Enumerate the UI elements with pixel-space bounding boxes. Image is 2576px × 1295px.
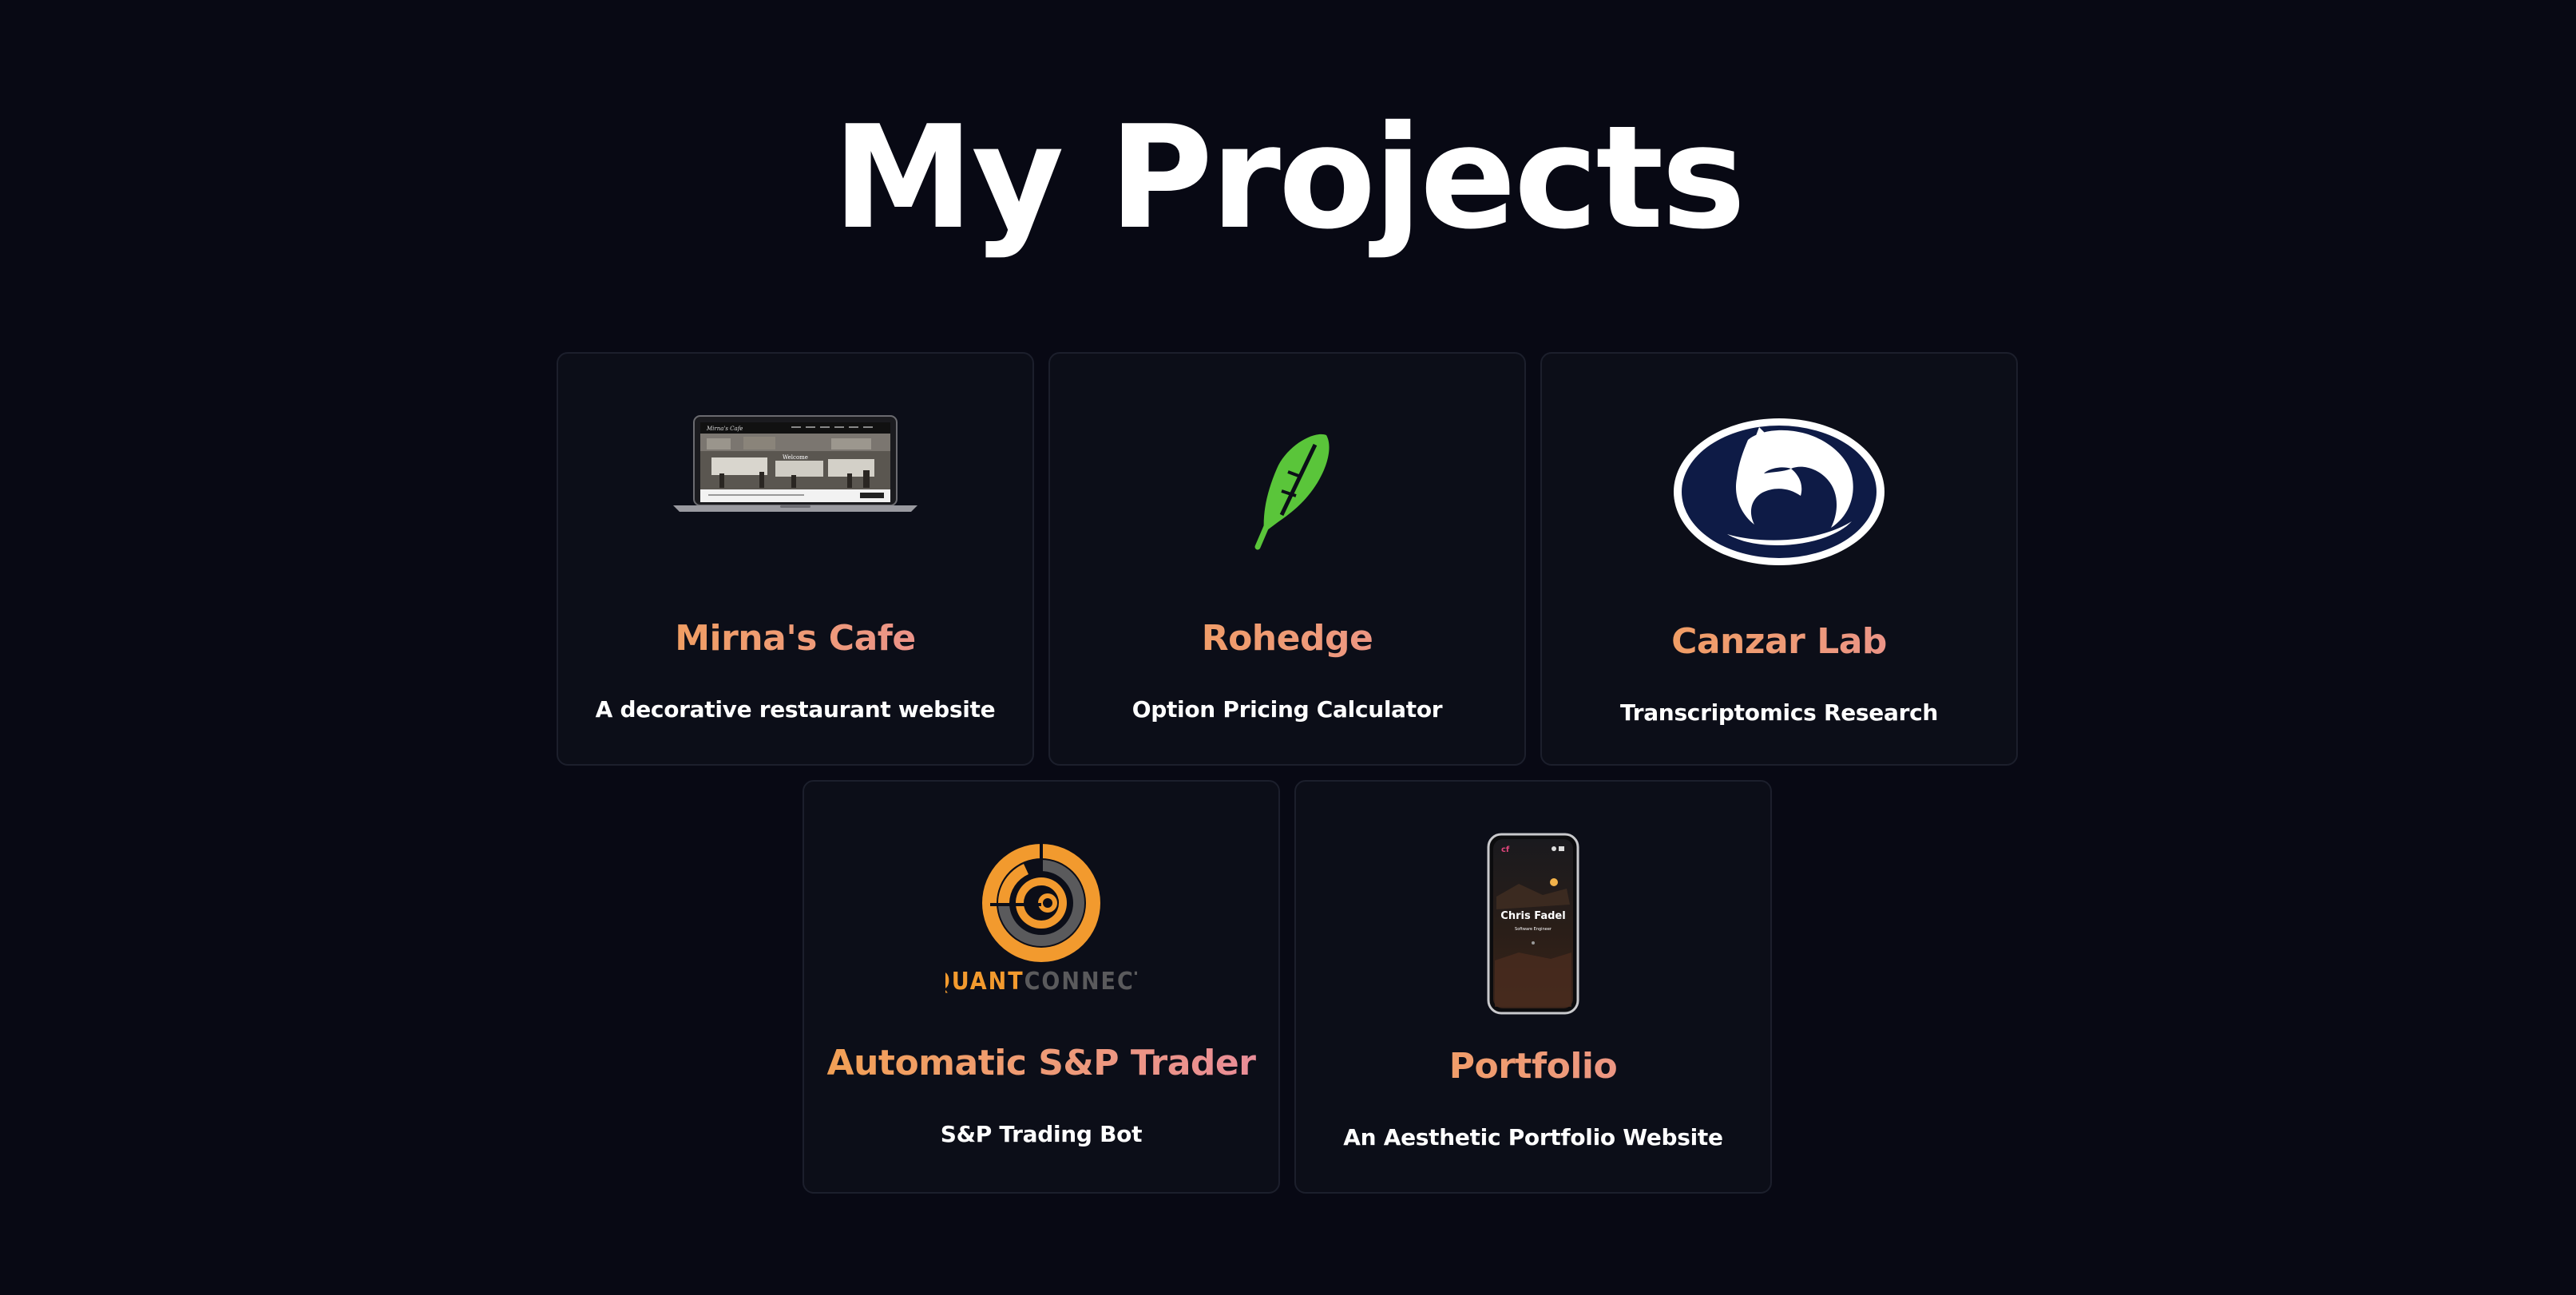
- svg-text:QUANTCONNECT: QUANTCONNECT: [945, 968, 1137, 996]
- phone-name: Chris Fadel: [1500, 910, 1565, 922]
- project-card-mirnas-cafe[interactable]: Mirna's Cafe Welcome Mirna's Cafe A deco…: [557, 352, 1034, 766]
- svg-text:Welcome: Welcome: [783, 454, 808, 461]
- project-description: A decorative restaurant website: [595, 696, 996, 723]
- phone-mockup-image: cf Chris Fadel Software Engineer: [1296, 833, 1770, 1015]
- project-title: Rohedge: [1050, 617, 1524, 660]
- project-title: Canzar Lab: [1542, 620, 2016, 663]
- project-card-rohedge[interactable]: Rohedge Option Pricing Calculator: [1048, 352, 1526, 766]
- project-description: An Aesthetic Portfolio Website: [1343, 1124, 1723, 1150]
- project-card-canzar-lab[interactable]: Canzar Lab Transcriptomics Research: [1540, 352, 2018, 766]
- project-description: Option Pricing Calculator: [1131, 696, 1443, 723]
- feather-icon: [1050, 429, 1524, 553]
- phone-logo: cf: [1501, 846, 1510, 854]
- quantconnect-text-quant: QUANT: [945, 968, 1024, 996]
- phone-subtitle: Software Engineer: [1515, 927, 1552, 932]
- project-card-automatic-sp-trader[interactable]: QUANTCONNECT Automatic S&P Trader S&P Tr…: [803, 780, 1280, 1194]
- project-title: Portfolio: [1296, 1045, 1770, 1088]
- project-description: S&P Trading Bot: [940, 1121, 1143, 1147]
- page-title: My Projects: [832, 95, 1746, 260]
- project-title: Automatic S&P Trader: [804, 1042, 1278, 1085]
- svg-text:Mirna's Cafe: Mirna's Cafe: [706, 426, 743, 432]
- project-title: Mirna's Cafe: [558, 617, 1032, 660]
- quantconnect-text-connect: CONNECT: [1024, 968, 1137, 996]
- project-description: Transcriptomics Research: [1619, 699, 1939, 726]
- laptop-mockup-image: Mirna's Cafe Welcome: [558, 414, 1032, 513]
- project-card-portfolio[interactable]: cf Chris Fadel Software Engineer Portfol…: [1294, 780, 1772, 1194]
- nittany-lion-logo: [1542, 416, 2016, 568]
- projects-page: My Projects Mirna's Cafe Welcome Mirna's…: [0, 0, 2576, 1295]
- quantconnect-logo: QUANTCONNECT: [804, 839, 1278, 999]
